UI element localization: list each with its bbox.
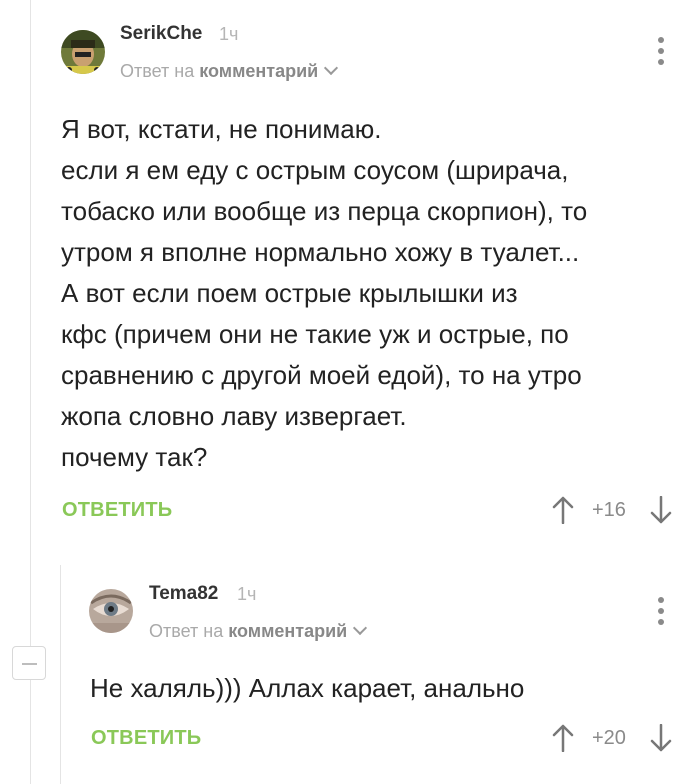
chevron-down-icon[interactable]: [353, 620, 368, 636]
comment-time: 1ч: [237, 584, 257, 604]
kebab-menu-icon[interactable]: [656, 597, 666, 629]
reply-button[interactable]: ОТВЕТИТЬ: [91, 727, 201, 750]
reply-target[interactable]: комментарий: [199, 61, 318, 81]
author-name[interactable]: SerikChe: [120, 23, 202, 45]
author-name[interactable]: Tema82: [149, 583, 218, 605]
arrow-down-icon[interactable]: [650, 495, 672, 524]
avatar[interactable]: [89, 589, 133, 633]
avatar[interactable]: [61, 30, 105, 74]
arrow-down-icon[interactable]: [650, 723, 672, 752]
comment-body: Не халяль))) Аллах карает, анально: [90, 673, 525, 703]
reply-to-link[interactable]: Ответ на комментарий: [149, 620, 368, 642]
arrow-up-icon[interactable]: [552, 724, 574, 753]
vote-score: +16: [592, 499, 626, 521]
reply-target[interactable]: комментарий: [228, 621, 347, 641]
kebab-menu-icon[interactable]: [656, 37, 666, 69]
reply-prefix: Ответ на: [120, 61, 195, 81]
vote-score: +20: [592, 727, 626, 749]
chevron-down-icon[interactable]: [324, 60, 339, 76]
reply-prefix: Ответ на: [149, 621, 224, 641]
comment-body: Я вот, кстати, не понимаю. если я ем еду…: [61, 114, 588, 472]
comment-serikche: SerikChe 1ч Ответ на комментарий Я вот, …: [0, 0, 700, 540]
reply-to-link[interactable]: Ответ на комментарий: [120, 60, 339, 82]
comment-tema82: Tema82 1ч Ответ на комментарий Не халяль…: [0, 565, 700, 784]
arrow-up-icon[interactable]: [552, 496, 574, 525]
reply-button[interactable]: ОТВЕТИТЬ: [62, 499, 172, 522]
comment-time: 1ч: [219, 24, 239, 44]
